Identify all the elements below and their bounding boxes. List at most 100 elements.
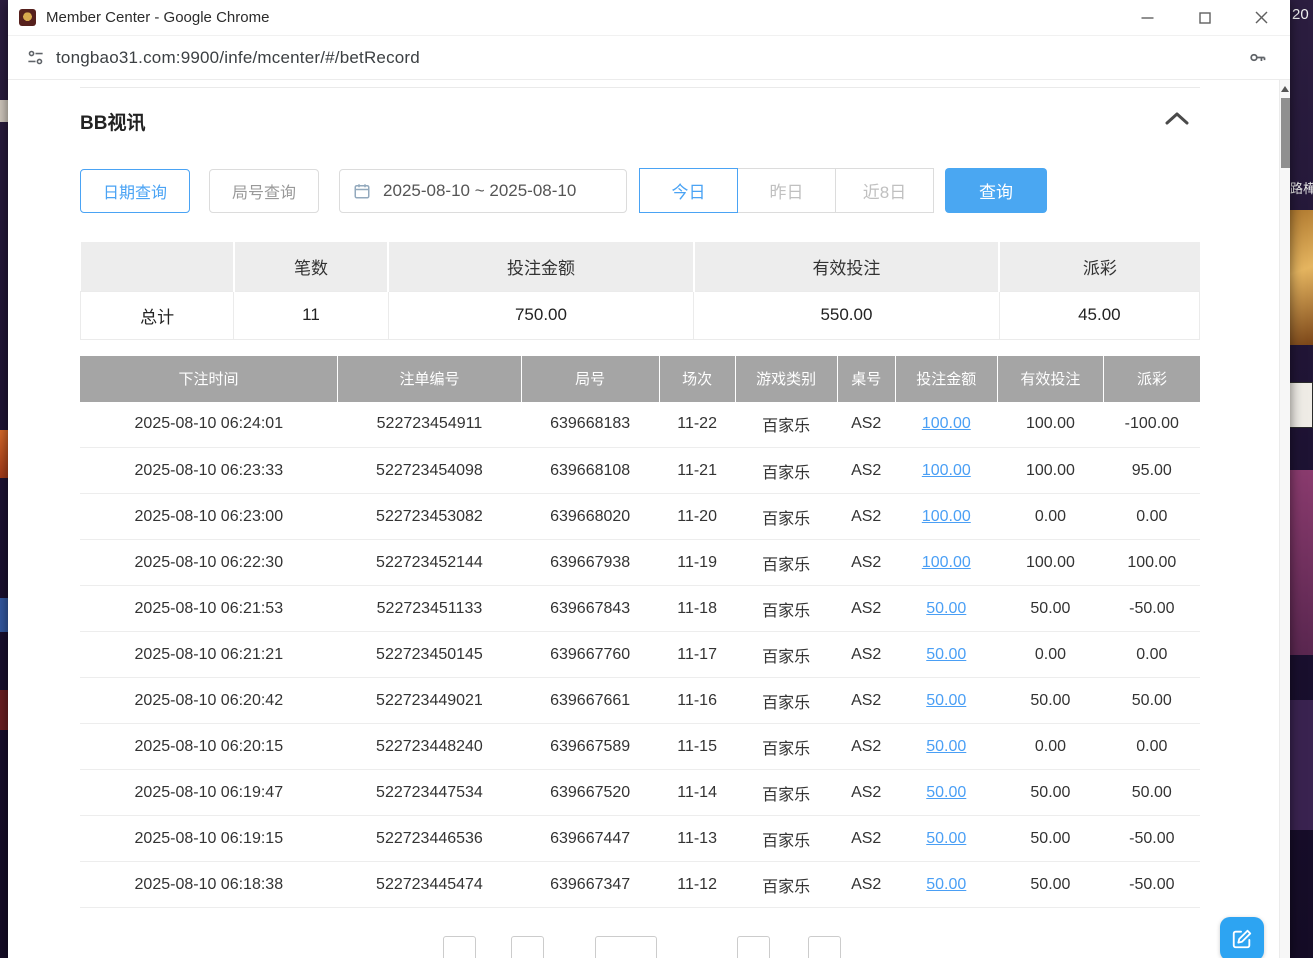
cell-session: 11-15 [659, 724, 735, 770]
page-scrollbar[interactable] [1279, 80, 1290, 958]
bet-table-header-cell: 注单编号 [338, 356, 522, 402]
round-query-tab[interactable]: 局号查询 [209, 169, 319, 213]
cell-payout: 50.00 [1104, 770, 1200, 816]
cell-valid-bet: 50.00 [997, 770, 1103, 816]
search-button[interactable]: 查询 [945, 168, 1047, 213]
cell-table-number: AS2 [837, 402, 895, 448]
bet-amount-link[interactable]: 100.00 [922, 508, 971, 525]
table-row: 2025-08-10 06:23:00 522723453082 6396680… [80, 494, 1200, 540]
cell-session: 11-17 [659, 632, 735, 678]
cell-valid-bet: 100.00 [997, 540, 1103, 586]
bet-table-header-cell: 有效投注 [997, 356, 1103, 402]
window-controls [1119, 0, 1290, 35]
password-key-icon[interactable] [1247, 47, 1268, 68]
window-titlebar: Member Center - Google Chrome [8, 0, 1290, 36]
desktop-image-fragment [0, 430, 8, 478]
summary-header-cell: 有效投注 [694, 242, 999, 291]
cell-bet-id: 522723451133 [338, 586, 522, 632]
cell-game-type: 百家乐 [735, 724, 837, 770]
cell-round-number: 639667661 [521, 678, 659, 724]
summary-header-cell: 派彩 [999, 242, 1199, 291]
cell-valid-bet: 50.00 [997, 862, 1103, 908]
feedback-fab-button[interactable] [1220, 917, 1264, 958]
scrollbar-up-arrow-icon[interactable] [1281, 86, 1289, 92]
cell-round-number: 639668108 [521, 448, 659, 494]
cell-game-type: 百家乐 [735, 678, 837, 724]
cell-bet-time: 2025-08-10 06:20:42 [80, 678, 338, 724]
desktop-image-fragment [1290, 210, 1313, 345]
cell-payout: 0.00 [1104, 632, 1200, 678]
cell-round-number: 639667843 [521, 586, 659, 632]
cell-bet-id: 522723446536 [338, 816, 522, 862]
cell-session: 11-20 [659, 494, 735, 540]
pagination-button[interactable] [737, 936, 770, 958]
bet-amount-link[interactable]: 50.00 [926, 738, 966, 755]
cell-bet-time: 2025-08-10 06:19:15 [80, 816, 338, 862]
cell-bet-amount: 100.00 [895, 494, 997, 540]
minimize-icon [1141, 11, 1154, 24]
minimize-button[interactable] [1119, 0, 1176, 35]
pagination-button[interactable] [808, 936, 841, 958]
cell-valid-bet: 0.00 [997, 632, 1103, 678]
bet-amount-link[interactable]: 50.00 [926, 876, 966, 893]
quick-range-button[interactable]: 近8日 [835, 168, 934, 213]
cell-table-number: AS2 [837, 448, 895, 494]
bet-amount-link[interactable]: 50.00 [926, 600, 966, 617]
summary-header-cell [81, 242, 234, 291]
date-range-input[interactable]: 2025-08-10 ~ 2025-08-10 [339, 169, 627, 213]
cell-payout: -50.00 [1104, 816, 1200, 862]
cell-bet-id: 522723449021 [338, 678, 522, 724]
pagination-button[interactable] [443, 936, 476, 958]
bet-amount-link[interactable]: 50.00 [926, 830, 966, 847]
calendar-icon [353, 182, 371, 200]
summary-value-cell: 750.00 [388, 291, 693, 339]
cell-game-type: 百家乐 [735, 816, 837, 862]
quick-range-button[interactable]: 昨日 [737, 168, 836, 213]
close-button[interactable] [1233, 0, 1290, 35]
cell-bet-amount: 50.00 [895, 724, 997, 770]
url-text[interactable]: tongbao31.com:9900/infe/mcenter/#/betRec… [56, 48, 420, 68]
date-query-tab[interactable]: 日期查询 [80, 169, 190, 213]
bet-amount-link[interactable]: 100.00 [922, 462, 971, 479]
pagination-page-select[interactable] [595, 936, 657, 958]
quick-range-button[interactable]: 今日 [639, 168, 738, 213]
cell-bet-time: 2025-08-10 06:24:01 [80, 402, 338, 448]
cell-bet-time: 2025-08-10 06:18:38 [80, 862, 338, 908]
cell-bet-time: 2025-08-10 06:21:21 [80, 632, 338, 678]
cell-bet-id: 522723453082 [338, 494, 522, 540]
bet-table-body: 2025-08-10 06:24:01 522723454911 6396681… [80, 402, 1200, 908]
quick-range-group: 今日昨日近8日 [639, 168, 934, 213]
site-settings-icon[interactable] [26, 48, 45, 67]
bet-table-header-cell: 场次 [659, 356, 735, 402]
pagination-button[interactable] [511, 936, 544, 958]
cell-bet-id: 522723450145 [338, 632, 522, 678]
cell-payout: 0.00 [1104, 724, 1200, 770]
scrollbar-thumb[interactable] [1281, 98, 1290, 168]
maximize-button[interactable] [1176, 0, 1233, 35]
table-row: 2025-08-10 06:21:21 522723450145 6396677… [80, 632, 1200, 678]
table-row: 2025-08-10 06:18:38 522723445474 6396673… [80, 862, 1200, 908]
bet-amount-link[interactable]: 100.00 [922, 554, 971, 571]
cell-bet-amount: 100.00 [895, 448, 997, 494]
bet-amount-link[interactable]: 50.00 [926, 784, 966, 801]
window-title: Member Center - Google Chrome [46, 9, 269, 26]
cell-bet-time: 2025-08-10 06:22:30 [80, 540, 338, 586]
cell-bet-amount: 50.00 [895, 862, 997, 908]
bet-amount-link[interactable]: 100.00 [922, 415, 971, 432]
cell-payout: 100.00 [1104, 540, 1200, 586]
cell-table-number: AS2 [837, 632, 895, 678]
collapse-section-button[interactable] [1164, 110, 1190, 131]
cell-game-type: 百家乐 [735, 586, 837, 632]
cell-bet-amount: 50.00 [895, 678, 997, 724]
bet-amount-link[interactable]: 50.00 [926, 646, 966, 663]
bet-amount-link[interactable]: 50.00 [926, 692, 966, 709]
cell-game-type: 百家乐 [735, 540, 837, 586]
cell-round-number: 639667760 [521, 632, 659, 678]
cell-session: 11-13 [659, 816, 735, 862]
cell-round-number: 639667520 [521, 770, 659, 816]
summary-header-cell: 投注金额 [388, 242, 693, 291]
table-row: 2025-08-10 06:20:15 522723448240 6396675… [80, 724, 1200, 770]
table-row: 2025-08-10 06:19:15 522723446536 6396674… [80, 816, 1200, 862]
table-row: 2025-08-10 06:21:53 522723451133 6396678… [80, 586, 1200, 632]
cell-valid-bet: 100.00 [997, 402, 1103, 448]
